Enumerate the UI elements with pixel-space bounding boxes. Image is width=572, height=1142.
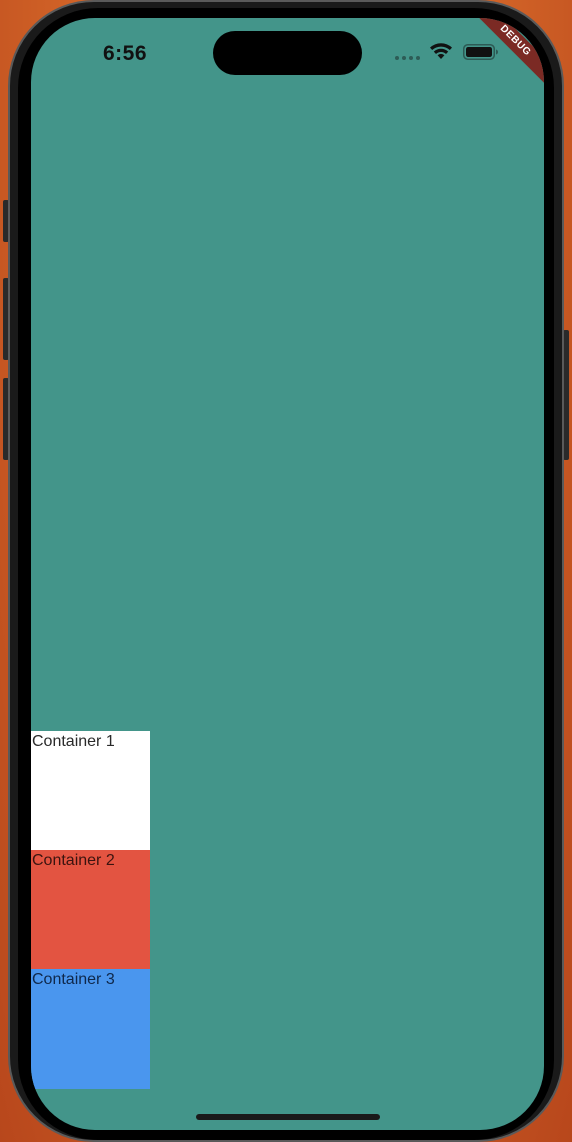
home-indicator[interactable] (196, 1114, 380, 1120)
container-1-label: Container 1 (32, 733, 115, 750)
app-screen: 6:56 DEBUG Container 1 Container 2 Conta… (31, 18, 544, 1130)
container-3-label: Container 3 (32, 971, 115, 988)
container-stack: Container 1 Container 2 Container 3 (31, 731, 150, 1089)
container-2-label: Container 2 (32, 852, 115, 869)
debug-banner-label: DEBUG (469, 18, 544, 87)
container-3: Container 3 (31, 969, 150, 1089)
cellular-signal-icon (395, 56, 420, 60)
status-time: 6:56 (103, 42, 148, 65)
wifi-icon (430, 43, 452, 59)
container-1: Container 1 (31, 731, 150, 850)
dynamic-island (213, 31, 362, 75)
debug-banner: DEBUG (464, 18, 544, 98)
container-2: Container 2 (31, 850, 150, 969)
